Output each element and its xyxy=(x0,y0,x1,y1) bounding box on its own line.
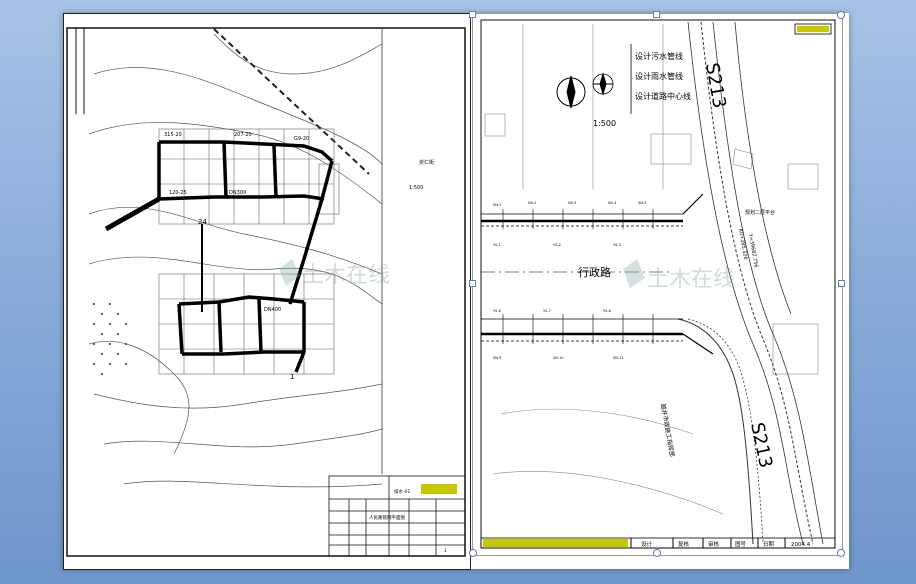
sheet-number: 1 xyxy=(444,548,447,554)
legend-item: 设计污水管线 xyxy=(635,51,683,61)
svg-text:YS-2: YS-2 xyxy=(553,243,561,247)
pipe-label: 207-20 xyxy=(234,132,252,138)
title-field: 设计 xyxy=(641,540,653,548)
resize-handle-bottom-right[interactable] xyxy=(837,549,845,557)
right-drawing-image[interactable]: SN-1 SN-2 SN-3 SN-4 SN-5 YS-1 YS-2 YS-3 YS-6 Y… xyxy=(472,13,843,556)
left-drawing-image[interactable]: 315-20 207-20 G9-20 120-25 DN300 DN400 2… xyxy=(63,13,471,570)
resize-handle-right[interactable] xyxy=(838,280,845,287)
right-drawing-svg: SN-1 SN-2 SN-3 SN-4 SN-5 YS-1 YS-2 YS-3 YS-6 Y… xyxy=(480,19,836,549)
pipe-label: DN300 xyxy=(229,190,246,196)
resize-handle-top-right[interactable] xyxy=(837,11,845,19)
highway-label-bottom: S213 xyxy=(746,421,776,470)
svg-text:YS-6: YS-6 xyxy=(493,309,501,313)
pipe-label: 315-20 xyxy=(164,132,182,138)
legend-item: 设计道路中心线 xyxy=(635,91,691,101)
left-drawing-svg: 315-20 207-20 G9-20 120-25 DN300 DN400 2… xyxy=(66,27,466,557)
title-block-bottom: 设计 复核 审核 图号 日期 2004.4 xyxy=(480,537,836,549)
scale-label: 1:500 xyxy=(593,119,616,128)
pipe-label: DN400 xyxy=(264,307,281,313)
road-label: 崇仁街 xyxy=(419,159,434,166)
drawing-number: 排水-01 xyxy=(394,488,410,495)
svg-text:SN-2: SN-2 xyxy=(528,201,536,205)
title-highlight xyxy=(421,484,457,494)
resize-handle-bottom[interactable] xyxy=(653,549,661,557)
title-field: 日期 xyxy=(763,541,775,548)
resize-handle-left[interactable] xyxy=(469,280,476,287)
pipe-label: G9-20 xyxy=(294,136,309,142)
project-name: 人民路管网平面图 xyxy=(369,514,405,521)
svg-text:土木在线: 土木在线 xyxy=(302,263,390,288)
pipe-label: 24 xyxy=(198,218,207,226)
pipe-label: 1 xyxy=(290,373,294,381)
resize-handle-top-left[interactable] xyxy=(469,11,476,18)
svg-text:SN-10: SN-10 xyxy=(553,356,564,360)
title-date: 2004.4 xyxy=(791,542,811,548)
station-label: Y=39682.756 xyxy=(747,232,759,268)
title-field: 复核 xyxy=(678,540,690,548)
resize-handle-top[interactable] xyxy=(653,11,660,18)
svg-text:YS-7: YS-7 xyxy=(543,309,551,313)
resize-handle-bottom-left[interactable] xyxy=(469,549,477,557)
svg-text:SN-9: SN-9 xyxy=(493,356,501,360)
legend-item: 设计雨水管线 xyxy=(635,71,683,81)
svg-text:SN-1: SN-1 xyxy=(493,203,501,207)
svg-text:SN-5: SN-5 xyxy=(638,201,646,205)
svg-text:土木在线: 土木在线 xyxy=(647,267,735,292)
svg-text:SN-3: SN-3 xyxy=(568,201,576,205)
title-field: 图号 xyxy=(735,540,747,548)
svg-text:SN-4: SN-4 xyxy=(608,201,617,205)
north-arrow-icon xyxy=(556,72,614,109)
road-name: 行政路 xyxy=(578,265,611,279)
svg-text:YS-1: YS-1 xyxy=(493,243,501,247)
svg-text:YS-8: YS-8 xyxy=(603,309,611,313)
construction-note: 越井市政施工指挥部 xyxy=(659,403,676,458)
title-field: 审核 xyxy=(708,540,720,548)
scale-note: 1:500 xyxy=(409,185,423,191)
svg-text:YS-3: YS-3 xyxy=(613,243,621,247)
svg-text:SN-11: SN-11 xyxy=(613,356,624,360)
highway-label-top: S213 xyxy=(701,61,730,110)
pipe-label: 120-25 xyxy=(169,190,187,196)
station-label: K0+385.326 xyxy=(737,228,748,260)
watermark-right: 土木在线 xyxy=(623,259,735,292)
platform-note: 规划二层平台 xyxy=(745,209,775,216)
legend: 设计污水管线 设计雨水管线 设计道路中心线 xyxy=(630,44,691,114)
corner-highlight xyxy=(797,26,829,32)
